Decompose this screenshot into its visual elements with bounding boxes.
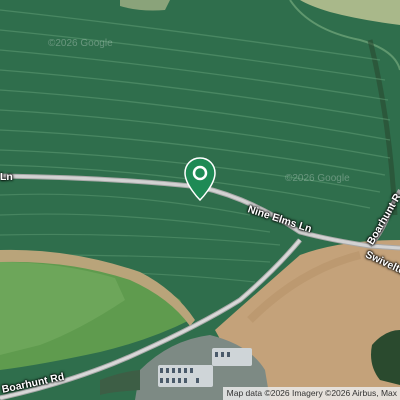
map-watermark: ©2026 Google bbox=[285, 173, 350, 184]
map-attribution: Map data ©2026 Imagery ©2026 Airbus, Max bbox=[222, 387, 400, 400]
road-label-nine-elms-left: Ln bbox=[0, 171, 13, 183]
location-pin-icon[interactable] bbox=[184, 157, 216, 202]
map-canvas[interactable]: ©2026 Google ©2026 Google Ln Nine Elms L… bbox=[0, 0, 400, 400]
map-watermark: ©2026 Google bbox=[48, 38, 113, 49]
